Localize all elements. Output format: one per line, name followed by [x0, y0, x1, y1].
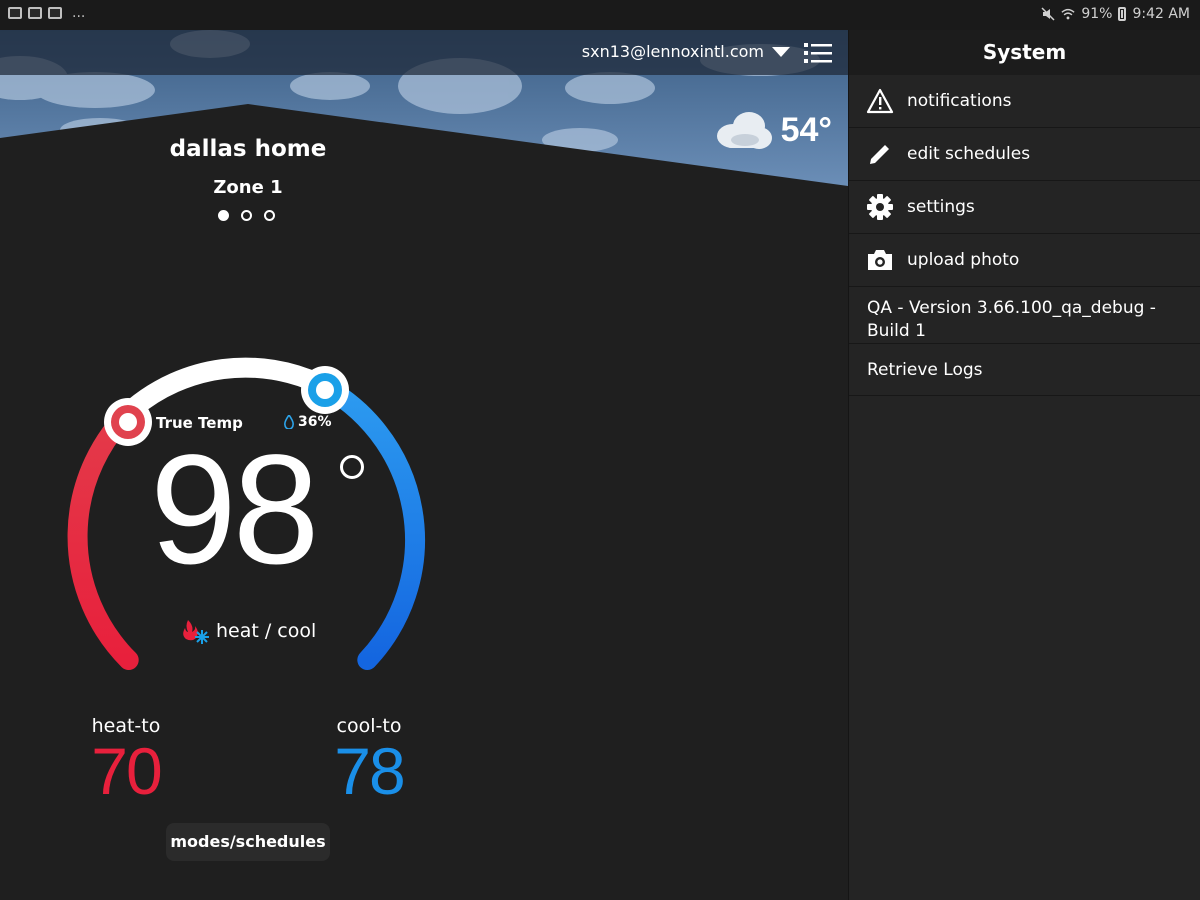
warning-icon	[865, 86, 895, 116]
menu-item-upload-photo[interactable]: upload photo	[849, 234, 1200, 287]
menu-item-label: edit schedules	[907, 144, 1031, 164]
account-email: sxn13@lennoxintl.com	[581, 42, 764, 61]
deadband-arc	[126, 357, 324, 416]
version-info: QA - Version 3.66.100_qa_debug - Build 1	[849, 287, 1200, 344]
heat-setpoint[interactable]: 70	[56, 733, 196, 809]
zone-pager[interactable]	[218, 210, 275, 221]
more-notifications: ...	[72, 5, 86, 21]
mute-icon	[1041, 7, 1055, 21]
menu-list-icon[interactable]	[804, 41, 832, 65]
degree-symbol	[340, 455, 364, 479]
modes-schedules-button[interactable]: modes/schedules	[166, 823, 330, 861]
account-dropdown[interactable]: sxn13@lennoxintl.com	[582, 42, 790, 61]
outdoor-temperature: 54°	[780, 110, 832, 149]
clock: 9:42 AM	[1132, 6, 1190, 22]
notification-icon	[48, 7, 62, 19]
battery-icon	[1118, 7, 1127, 21]
menu-item-label: upload photo	[907, 250, 1020, 270]
outdoor-weather[interactable]: 54°	[715, 108, 832, 152]
retrieve-logs-button[interactable]: Retrieve Logs	[849, 344, 1200, 396]
gear-icon	[865, 192, 895, 222]
menu-item-notifications[interactable]: notifications	[849, 75, 1200, 128]
pager-dot[interactable]	[264, 210, 275, 221]
notification-icon	[28, 7, 42, 19]
panel-title: System	[849, 30, 1200, 75]
system-mode[interactable]: heat / cool	[180, 618, 316, 644]
menu-item-settings[interactable]: settings	[849, 181, 1200, 234]
cool-setpoint[interactable]: 78	[299, 733, 439, 809]
zone-name[interactable]: Zone 1	[0, 177, 496, 198]
pencil-icon	[865, 139, 895, 169]
mode-label: heat / cool	[216, 620, 317, 642]
menu-item-edit-schedules[interactable]: edit schedules	[849, 128, 1200, 181]
pager-dot[interactable]	[218, 210, 229, 221]
wifi-icon	[1061, 8, 1075, 20]
notification-icons: ...	[8, 5, 86, 21]
chevron-down-icon	[772, 46, 790, 57]
status-bar: ... 91% 9:42 AM	[0, 0, 1200, 30]
system-side-panel: System notifications edit schedules sett…	[848, 30, 1200, 900]
notification-icon	[8, 7, 22, 19]
camera-icon	[865, 245, 895, 275]
heat-arc	[67, 398, 144, 670]
cool-arc	[309, 373, 425, 670]
indoor-temperature: 98	[150, 423, 320, 597]
battery-percent: 91%	[1081, 6, 1113, 22]
home-name[interactable]: dallas home	[0, 136, 496, 162]
top-bar: sxn13@lennoxintl.com	[0, 30, 848, 75]
heat-cool-icon	[183, 620, 209, 644]
menu-item-label: settings	[907, 197, 975, 217]
menu-item-label: notifications	[907, 91, 1012, 111]
system-status: 91% 9:42 AM	[1041, 6, 1190, 22]
pager-dot[interactable]	[241, 210, 252, 221]
cloud-icon	[716, 112, 772, 149]
